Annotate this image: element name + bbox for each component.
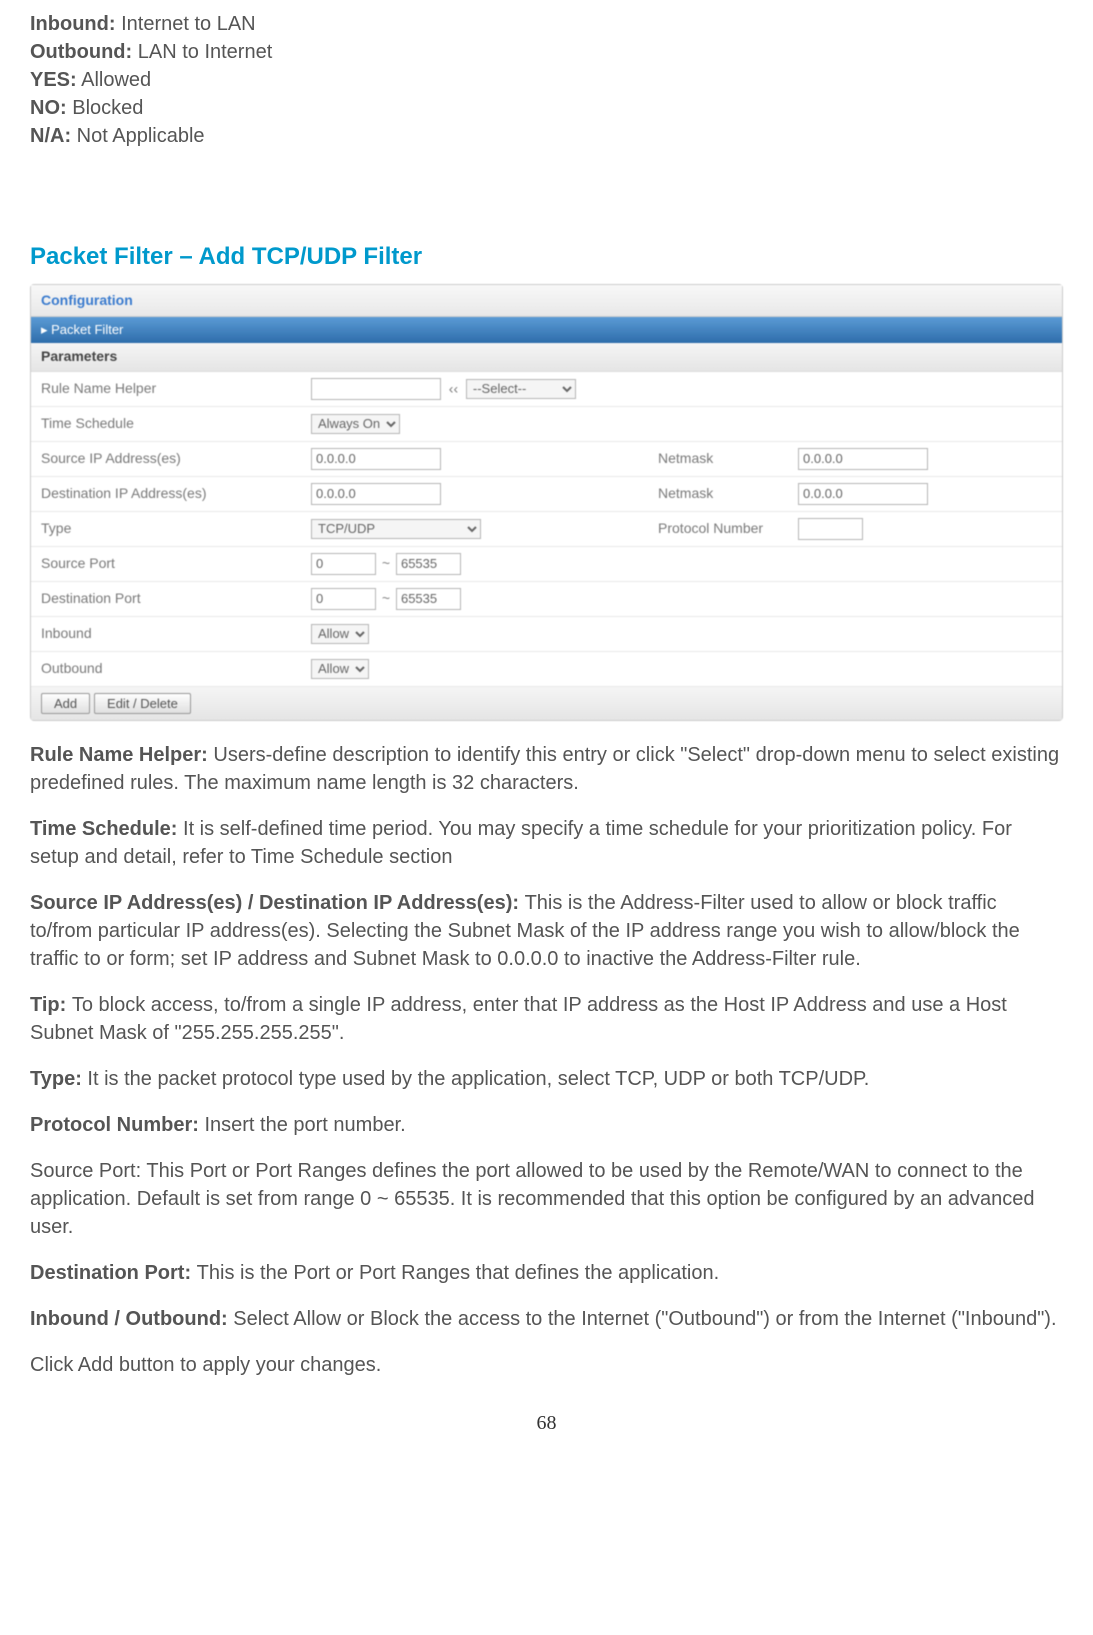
- row-source-ip: Source IP Address(es) Netmask: [31, 441, 1062, 476]
- config-panel: Configuration ▸ Packet Filter Parameters…: [30, 284, 1063, 721]
- helper-select[interactable]: --Select--: [466, 379, 576, 399]
- source-port-label: Source Port: [31, 546, 301, 581]
- row-outbound: Outbound Allow: [31, 651, 1062, 686]
- row-type: Type TCP/UDP Protocol Number: [31, 511, 1062, 546]
- button-row: Add Edit / Delete: [31, 687, 1062, 720]
- desc-rule-helper: Rule Name Helper: Users-define descripti…: [30, 741, 1063, 797]
- edit-delete-button[interactable]: Edit / Delete: [94, 693, 191, 714]
- source-port-to-input[interactable]: [396, 553, 461, 575]
- source-ip-label: Source IP Address(es): [31, 441, 301, 476]
- form-table: Rule Name Helper ‹‹ --Select-- Time Sche…: [31, 372, 1062, 687]
- row-source-port: Source Port ~: [31, 546, 1062, 581]
- rule-name-label: Rule Name Helper: [31, 372, 301, 407]
- dash-separator: ~: [380, 590, 392, 606]
- page-number: 68: [30, 1409, 1063, 1437]
- desc-source-port: Source Port: This Port or Port Ranges de…: [30, 1157, 1063, 1241]
- section-heading: Packet Filter – Add TCP/UDP Filter: [30, 240, 1063, 274]
- protocol-num-input[interactable]: [798, 518, 863, 540]
- packet-filter-section[interactable]: ▸ Packet Filter: [31, 317, 1062, 343]
- time-schedule-select[interactable]: Always On: [311, 414, 400, 434]
- desc-protocol: Protocol Number: Insert the port number.: [30, 1111, 1063, 1139]
- netmask2-label: Netmask: [648, 476, 788, 511]
- type-label: Type: [31, 511, 301, 546]
- desc-dest-port: Destination Port: This is the Port or Po…: [30, 1259, 1063, 1287]
- type-select[interactable]: TCP/UDP: [311, 519, 481, 539]
- def-yes: YES: Allowed: [30, 66, 1063, 94]
- desc-type: Type: It is the packet protocol type use…: [30, 1065, 1063, 1093]
- source-ip-input[interactable]: [311, 448, 441, 470]
- row-inbound: Inbound Allow: [31, 616, 1062, 651]
- protocol-num-label: Protocol Number: [648, 511, 788, 546]
- outbound-select[interactable]: Allow: [311, 659, 369, 679]
- dest-port-from-input[interactable]: [311, 588, 376, 610]
- dest-port-to-input[interactable]: [396, 588, 461, 610]
- parameters-header: Parameters: [31, 343, 1062, 372]
- netmask2-input[interactable]: [798, 483, 928, 505]
- netmask1-label: Netmask: [648, 441, 788, 476]
- inbound-select[interactable]: Allow: [311, 624, 369, 644]
- desc-tip: Tip: To block access, to/from a single I…: [30, 991, 1063, 1047]
- def-outbound: Outbound: LAN to Internet: [30, 38, 1063, 66]
- row-rule-name: Rule Name Helper ‹‹ --Select--: [31, 372, 1062, 407]
- desc-time-schedule: Time Schedule: It is self-defined time p…: [30, 815, 1063, 871]
- add-button[interactable]: Add: [41, 693, 90, 714]
- time-schedule-label: Time Schedule: [31, 406, 301, 441]
- def-inbound: Inbound: Internet to LAN: [30, 10, 1063, 38]
- config-header: Configuration: [31, 285, 1062, 318]
- netmask1-input[interactable]: [798, 448, 928, 470]
- desc-click-add: Click Add button to apply your changes.: [30, 1351, 1063, 1379]
- helper-arrows: ‹‹: [449, 380, 458, 396]
- def-na: N/A: Not Applicable: [30, 122, 1063, 150]
- dash-separator: ~: [380, 555, 392, 571]
- dest-port-label: Destination Port: [31, 581, 301, 616]
- row-dest-port: Destination Port ~: [31, 581, 1062, 616]
- desc-ip-addr: Source IP Address(es) / Destination IP A…: [30, 889, 1063, 973]
- rule-name-input[interactable]: [311, 378, 441, 400]
- inbound-label: Inbound: [31, 616, 301, 651]
- dest-ip-input[interactable]: [311, 483, 441, 505]
- desc-inout: Inbound / Outbound: Select Allow or Bloc…: [30, 1305, 1063, 1333]
- outbound-label: Outbound: [31, 651, 301, 686]
- def-no: NO: Blocked: [30, 94, 1063, 122]
- source-port-from-input[interactable]: [311, 553, 376, 575]
- row-dest-ip: Destination IP Address(es) Netmask: [31, 476, 1062, 511]
- dest-ip-label: Destination IP Address(es): [31, 476, 301, 511]
- row-time-schedule: Time Schedule Always On: [31, 406, 1062, 441]
